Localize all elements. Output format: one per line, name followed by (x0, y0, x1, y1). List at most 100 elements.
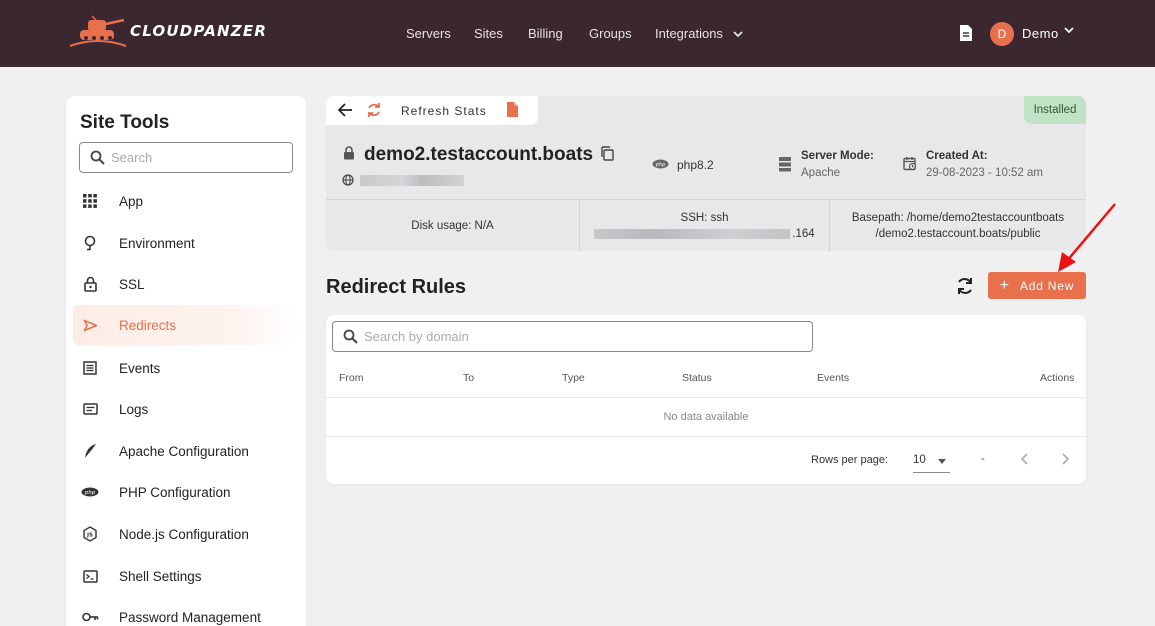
status-badge: Installed (1024, 96, 1086, 124)
chevron-left-icon[interactable] (1020, 452, 1030, 466)
tank-logo-icon (69, 15, 127, 47)
svg-text:php: php (84, 490, 96, 496)
ssh-host-tail: .164 (792, 228, 815, 240)
nav-groups[interactable]: Groups (589, 26, 632, 41)
sidebar-item-label: PHP Configuration (119, 484, 231, 500)
grid-icon (81, 192, 99, 210)
site-domain: demo2.testaccount.boats (364, 144, 594, 165)
site-info-card: Refresh Stats Installed demo2.testaccoun… (326, 96, 1086, 252)
sidebar-item-password-management[interactable]: Password Management (73, 597, 299, 626)
column-header-actions: Actions (1040, 372, 1075, 384)
domain-search-input[interactable] (364, 329, 784, 344)
column-header-to[interactable]: To (463, 372, 474, 384)
sidebar-item-redirects[interactable]: Redirects (73, 305, 299, 345)
empty-state: No data available (663, 411, 749, 423)
sidebar-item-label: SSL (119, 276, 145, 292)
sidebar-item-app[interactable]: App (73, 181, 299, 221)
column-header-status[interactable]: Status (682, 372, 712, 384)
sidebar-item-environment[interactable]: Environment (73, 223, 299, 263)
logs-icon (81, 400, 99, 418)
top-navbar: CLOUDPANZER Servers Sites Billing Groups… (0, 0, 1155, 67)
calendar-clock-icon (903, 157, 917, 171)
site-stats-row: Disk usage: N/A SSH: ssh .164 Basepath: … (326, 199, 1086, 252)
section-title: Redirect Rules (326, 276, 467, 298)
sidebar-item-logs[interactable]: Logs (73, 389, 299, 429)
sidebar-item-apache-configuration[interactable]: Apache Configuration (73, 431, 299, 471)
column-header-type[interactable]: Type (562, 372, 585, 384)
nav-sites[interactable]: Sites (474, 26, 503, 41)
sidebar-item-label: Apache Configuration (119, 443, 249, 459)
sidebar-item-label: App (119, 193, 144, 209)
environment-icon (81, 234, 99, 252)
sidebar-item-events[interactable]: Events (73, 348, 299, 388)
brand-logo[interactable]: CLOUDPANZER (66, 12, 286, 48)
sidebar-item-label: Environment (119, 235, 195, 251)
sidebar-item-label: Shell Settings (119, 568, 202, 584)
ssh-host: .164 (594, 226, 815, 242)
basepath-value-2: /demo2.testaccount.boats/public (875, 228, 1041, 240)
basepath-line1: Basepath: /home/demo2testaccountboats (852, 210, 1064, 226)
site-tools-sidebar: Site Tools App Environment SSL Redirects… (66, 96, 306, 626)
caret-down-icon (938, 459, 946, 464)
sidebar-item-label: Password Management (119, 609, 261, 625)
key-icon (81, 608, 99, 626)
feather-icon (81, 442, 99, 460)
sidebar-search-input[interactable] (111, 150, 281, 165)
lock-icon (81, 275, 99, 293)
copy-icon[interactable] (600, 146, 614, 161)
nav-integrations[interactable]: Integrations (655, 26, 743, 41)
created-at-value: 29-08-2023 - 10:52 am (926, 167, 1043, 179)
server-mode-label: Server Mode: (801, 150, 874, 162)
sidebar-title: Site Tools (80, 112, 170, 133)
refresh-icon[interactable] (366, 102, 382, 118)
user-name[interactable]: Demo (1022, 26, 1059, 41)
file-icon[interactable] (506, 101, 519, 118)
svg-text:JS: JS (86, 533, 93, 539)
terminal-icon (81, 567, 99, 585)
basepath-value-1: /home/demo2testaccountboats (906, 212, 1065, 224)
table-divider (326, 397, 1086, 398)
ssh-info: SSH: ssh .164 (580, 200, 830, 252)
user-menu-chevron-icon[interactable] (1064, 27, 1074, 34)
php-icon: php (81, 483, 99, 501)
brand-name: CLOUDPANZER (130, 22, 268, 40)
redacted-ssh-host (594, 228, 791, 239)
php-icon: php (652, 159, 669, 169)
sidebar-item-shell-settings[interactable]: Shell Settings (73, 556, 299, 596)
redirect-rules-table: From To Type Status Events Actions No da… (326, 315, 1086, 484)
globe-icon (342, 174, 354, 186)
add-new-label: Add New (1019, 278, 1075, 293)
sidebar-item-label: Redirects (119, 317, 177, 333)
column-header-from[interactable]: From (339, 372, 364, 384)
server-icon (779, 157, 791, 172)
column-header-events[interactable]: Events (817, 372, 849, 384)
site-toolbar: Refresh Stats (326, 96, 538, 125)
php-version: php8.2 (677, 158, 714, 172)
svg-text:php: php (655, 162, 666, 168)
nav-servers[interactable]: Servers (406, 26, 451, 41)
sidebar-item-ssl[interactable]: SSL (73, 264, 299, 304)
chevron-right-icon[interactable] (1060, 452, 1070, 466)
refresh-stats-button[interactable]: Refresh Stats (401, 104, 487, 118)
sidebar-item-nodejs-configuration[interactable]: JS Node.js Configuration (73, 514, 299, 554)
search-icon (90, 150, 105, 165)
chevron-down-icon (732, 31, 743, 38)
table-divider (326, 436, 1086, 437)
basepath-label: Basepath: (851, 212, 904, 224)
avatar[interactable]: D (990, 22, 1014, 46)
table-search[interactable] (332, 321, 813, 352)
reload-icon[interactable] (955, 276, 975, 296)
document-icon[interactable] (958, 24, 974, 42)
sidebar-item-label: Node.js Configuration (119, 526, 249, 542)
sidebar-item-php-configuration[interactable]: php PHP Configuration (73, 472, 299, 512)
nav-billing[interactable]: Billing (528, 26, 563, 41)
rows-per-page-select[interactable]: 10 (913, 451, 950, 473)
ssh-label: SSH: ssh (680, 212, 729, 224)
server-mode-value: Apache (801, 167, 841, 179)
search-icon (343, 329, 358, 344)
disk-usage: Disk usage: N/A (326, 200, 580, 252)
sidebar-item-label: Events (119, 360, 161, 376)
sidebar-search[interactable] (79, 142, 293, 173)
add-new-button[interactable]: + Add New (988, 272, 1086, 299)
back-arrow-icon[interactable] (338, 103, 353, 117)
